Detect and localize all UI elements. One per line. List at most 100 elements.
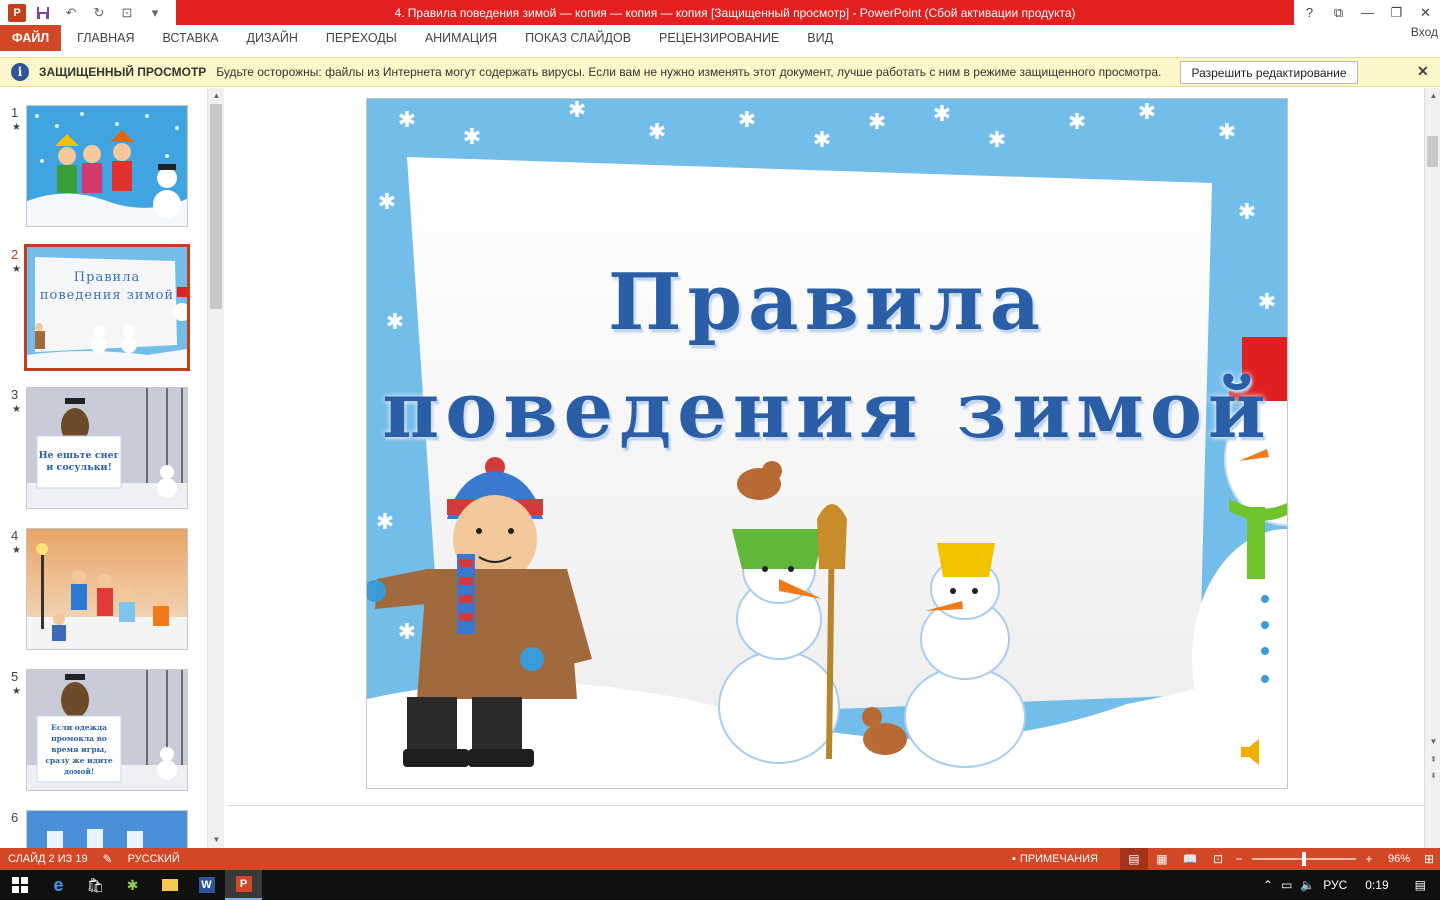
scroll-down-icon[interactable]: ▼ xyxy=(1425,734,1440,748)
svg-text:✱: ✱ xyxy=(463,125,481,150)
status-bar: СЛАЙД 2 ИЗ 19 ✎ РУССКИЙ ▪ ПРИМЕЧАНИЯ ▤ ▦… xyxy=(0,848,1440,870)
slide-sorter-icon[interactable]: ▦ xyxy=(1148,848,1176,870)
svg-text:✱: ✱ xyxy=(568,99,586,123)
quick-access-toolbar: P ↶ ↻ ⊡ ▾ xyxy=(0,0,166,25)
notes-button[interactable]: ▪ ПРИМЕЧАНИЯ xyxy=(1012,853,1120,865)
info-icon: i xyxy=(11,63,29,81)
start-icon[interactable] xyxy=(0,870,40,900)
svg-text:✱: ✱ xyxy=(648,120,666,145)
edge-browser-icon[interactable]: e xyxy=(40,870,77,900)
thumbnail-row-4[interactable]: 4 ★ xyxy=(0,528,210,652)
svg-text:✱: ✱ xyxy=(376,510,394,535)
restore-icon[interactable]: ❐ xyxy=(1382,0,1411,25)
current-slide[interactable]: ✱✱✱✱ ✱✱✱✱ ✱✱✱✱ ✱✱✱✱ ✱✱✱✱ ✱✱✱ ✱✱ xyxy=(366,98,1288,789)
redo-icon[interactable]: ↻ xyxy=(88,3,110,23)
powerpoint-app-icon[interactable]: P xyxy=(8,3,26,22)
tab-slide-show[interactable]: ПОКАЗ СЛАЙДОВ xyxy=(511,25,645,51)
slide-thumbnail-5[interactable]: Если одежда промокла во время игры, сраз… xyxy=(26,669,188,791)
show-hidden-icons-icon[interactable]: ⌃ xyxy=(1263,878,1273,892)
zoom-out-button[interactable]: − xyxy=(1232,848,1246,870)
tab-review[interactable]: РЕЦЕНЗИРОВАНИЕ xyxy=(645,25,793,51)
thumbnail-row-3[interactable]: 3 ★ Не ешьте снег и сосульки! xyxy=(0,387,210,511)
ribbon-display-options-icon[interactable]: ⧉ xyxy=(1324,0,1353,25)
sign-in-link[interactable]: Вход xyxy=(1411,25,1440,45)
tab-design[interactable]: ДИЗАЙН xyxy=(233,25,312,51)
thumbnails-scrollbar[interactable]: ▲ ▼ xyxy=(207,88,224,848)
normal-view-icon[interactable]: ▤ xyxy=(1119,848,1148,870)
slide-number: 4 xyxy=(11,528,19,543)
scroll-down-icon[interactable]: ▼ xyxy=(208,832,225,846)
previous-slide-icon[interactable]: ⇞ xyxy=(1425,752,1440,766)
reading-view-icon[interactable]: 📖 xyxy=(1176,848,1204,870)
zoom-in-button[interactable]: + xyxy=(1362,848,1376,870)
zoom-slider[interactable] xyxy=(1251,852,1356,866)
svg-text:✱: ✱ xyxy=(1238,200,1256,225)
tab-home[interactable]: ГЛАВНАЯ xyxy=(63,25,148,51)
slide-title[interactable]: Правила поведения зимой xyxy=(367,249,1287,465)
start-from-beginning-icon[interactable]: ⊡ xyxy=(116,3,138,23)
customize-qat-icon[interactable]: ▾ xyxy=(144,3,166,23)
minimize-icon[interactable]: — xyxy=(1353,0,1382,25)
fit-slide-icon[interactable]: ⊞ xyxy=(1418,848,1440,870)
svg-text:✱: ✱ xyxy=(1068,110,1086,135)
notifications-icon[interactable]: ▤ xyxy=(1415,878,1426,892)
tab-animation[interactable]: АНИМАЦИЯ xyxy=(411,25,511,51)
title-bar: P ↶ ↻ ⊡ ▾ 4. Правила поведения зимой — к… xyxy=(0,0,1440,25)
slide-number: 6 xyxy=(11,810,19,825)
language-indicator[interactable]: РУССКИЙ xyxy=(128,853,180,865)
store-icon[interactable]: 🛍 xyxy=(77,870,114,900)
slide-title-line1: Правила xyxy=(607,257,1047,348)
close-message-bar-icon[interactable]: ✕ xyxy=(1417,63,1429,80)
undo-icon[interactable]: ↶ xyxy=(60,3,82,23)
thumbnail-row-1[interactable]: 1 ★ xyxy=(0,105,210,229)
scrollbar-thumb[interactable] xyxy=(210,104,222,309)
tab-file[interactable]: ФАЙЛ xyxy=(0,25,62,51)
tab-view[interactable]: ВИД xyxy=(793,25,847,51)
zoom-slider-knob[interactable] xyxy=(1301,852,1306,866)
slide-thumbnail-1[interactable] xyxy=(26,105,188,227)
main-scrollbar[interactable]: ▲ ▼ ⇞ ⇟ xyxy=(1424,88,1440,848)
animation-star-icon: ★ xyxy=(12,404,21,415)
file-explorer-icon[interactable] xyxy=(151,870,188,900)
slide-thumbnail-3[interactable]: Не ешьте снег и сосульки! xyxy=(26,387,188,509)
thumbnail-row-5[interactable]: 5 ★ Если одежда промокла во время игры, … xyxy=(0,669,210,793)
system-tray: ⌃ ▭ 🔈 РУС 0:19 ▤ xyxy=(1263,870,1440,900)
slide-thumbnail-4[interactable] xyxy=(26,528,188,650)
close-icon[interactable]: ✕ xyxy=(1411,0,1440,25)
slide-number: 3 xyxy=(11,387,19,402)
powerpoint-taskbar-icon[interactable]: P xyxy=(225,870,262,900)
spelling-check-icon[interactable]: ✎ xyxy=(98,848,118,870)
tab-transitions[interactable]: ПЕРЕХОДЫ xyxy=(312,25,411,51)
tab-insert[interactable]: ВСТАВКА xyxy=(148,25,232,51)
help-icon[interactable]: ? xyxy=(1295,0,1324,25)
thumbnail-row-6[interactable]: 6 xyxy=(0,810,210,848)
svg-text:✱: ✱ xyxy=(398,108,416,133)
svg-text:✱: ✱ xyxy=(738,108,756,133)
svg-text:✱: ✱ xyxy=(398,620,416,645)
thumbnail-row-2[interactable]: 2 ★ Правила поведения зимой xyxy=(0,244,210,371)
svg-text:✱: ✱ xyxy=(378,190,396,215)
zoom-level[interactable]: 96% xyxy=(1376,853,1418,865)
enable-editing-button[interactable]: Разрешить редактирование xyxy=(1180,61,1358,84)
scroll-up-icon[interactable]: ▲ xyxy=(1425,88,1440,102)
volume-icon[interactable]: 🔈 xyxy=(1300,878,1315,892)
slide-thumbnail-2[interactable]: Правила поведения зимой xyxy=(24,244,190,371)
svg-text:✱: ✱ xyxy=(933,102,951,127)
input-language[interactable]: РУС xyxy=(1323,878,1347,892)
slide-thumbnails-pane: 1 ★ 2 ★ Правила поведения зимой 3 ★ Не е… xyxy=(0,88,228,848)
ribbon-tabs: ФАЙЛ ГЛАВНАЯ ВСТАВКА ДИЗАЙН ПЕРЕХОДЫ АНИ… xyxy=(0,25,1440,51)
slide-title-line2: поведения зимой xyxy=(382,365,1272,456)
scroll-up-icon[interactable]: ▲ xyxy=(208,88,225,102)
notes-pane-divider[interactable] xyxy=(228,805,1424,806)
slide-thumbnail-6[interactable] xyxy=(26,810,188,848)
app-icon[interactable]: ✱ xyxy=(114,870,151,900)
word-icon[interactable]: W xyxy=(188,870,225,900)
network-icon[interactable]: ▭ xyxy=(1281,878,1292,892)
windows-taskbar: e 🛍 ✱ W P ⌃ ▭ 🔈 РУС 0:19 ▤ xyxy=(0,870,1440,900)
save-icon[interactable] xyxy=(32,3,54,23)
scrollbar-thumb[interactable] xyxy=(1427,136,1438,167)
next-slide-icon[interactable]: ⇟ xyxy=(1425,768,1440,782)
slide-show-icon[interactable]: ⊡ xyxy=(1204,848,1232,870)
thumbnail-title-line2: поведения зимой xyxy=(39,288,175,303)
clock[interactable]: 0:19 xyxy=(1355,878,1406,892)
